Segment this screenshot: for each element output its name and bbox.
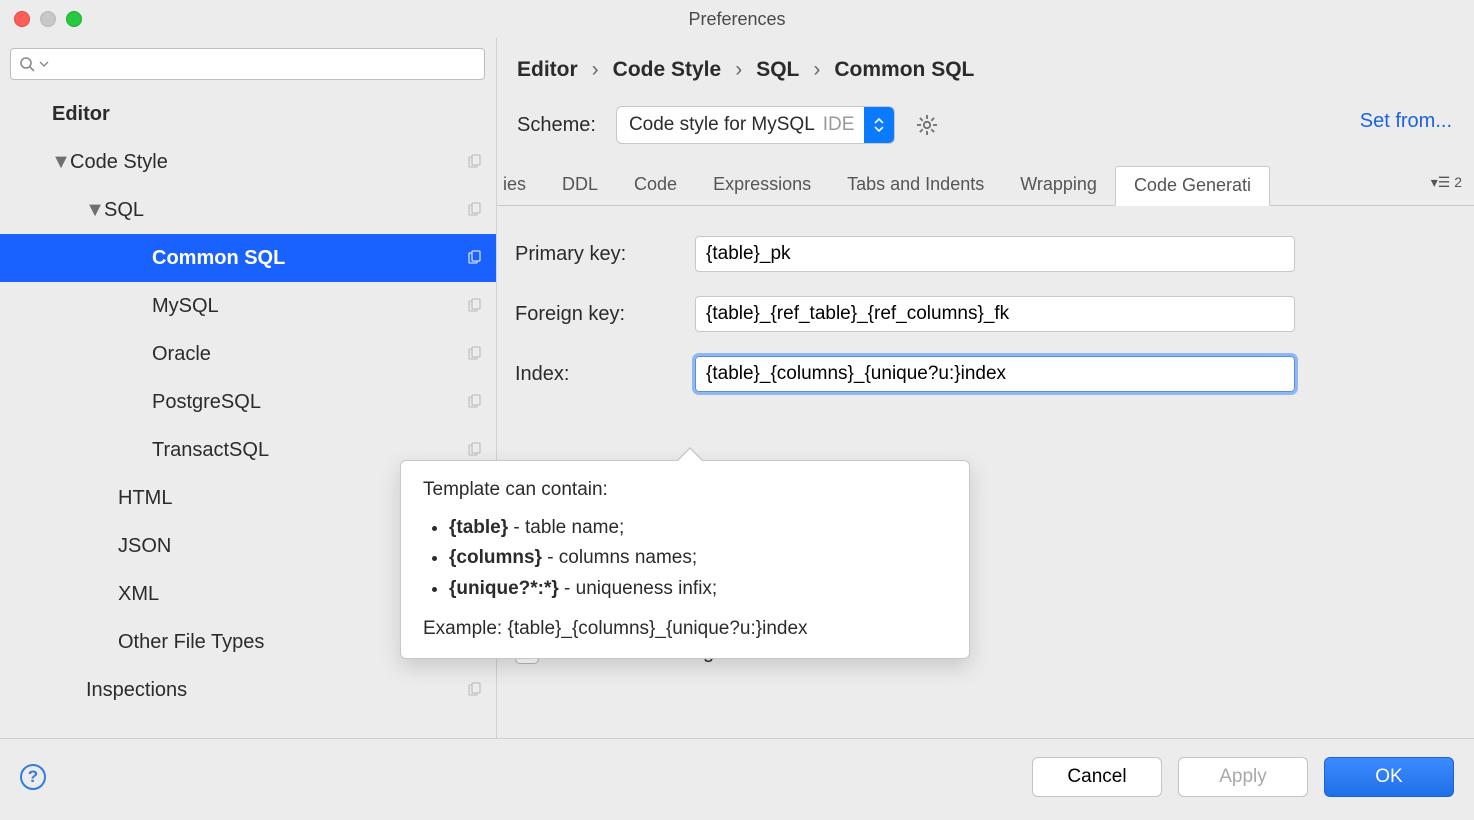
breadcrumb-item: Common SQL <box>834 58 974 82</box>
dialog-footer: ? Cancel Apply OK <box>0 738 1474 814</box>
scheme-value: Code style for MySQL <box>629 114 815 136</box>
scheme-scope: IDE <box>823 114 855 136</box>
tree-label: Code Style <box>70 151 466 174</box>
up-down-icon <box>864 106 894 144</box>
tab-queries-partial[interactable]: ies <box>497 166 544 205</box>
tab-bar: ies DDL Code Expressions Tabs and Indent… <box>497 166 1474 206</box>
ok-button[interactable]: OK <box>1324 757 1454 797</box>
chevron-right-icon: › <box>735 58 742 82</box>
scheme-scope-icon <box>466 394 482 410</box>
tree-inspections[interactable]: Inspections <box>0 666 496 714</box>
tabs-overflow[interactable]: ▾☰ 2 <box>1419 166 1474 205</box>
tree-label: Inspections <box>86 679 466 702</box>
tree-sql[interactable]: ▼ SQL <box>0 186 496 234</box>
cancel-button[interactable]: Cancel <box>1032 757 1162 797</box>
tab-wrapping[interactable]: Wrapping <box>1002 166 1115 205</box>
apply-button[interactable]: Apply <box>1178 757 1308 797</box>
tree-editor[interactable]: Editor <box>0 90 496 138</box>
primary-key-label: Primary key: <box>515 243 695 266</box>
tab-expressions[interactable]: Expressions <box>695 166 829 205</box>
index-label: Index: <box>515 363 695 386</box>
tree-oracle[interactable]: Oracle <box>0 330 496 378</box>
tree-label: Common SQL <box>152 247 466 270</box>
scheme-scope-icon <box>466 250 482 266</box>
scheme-label: Scheme: <box>517 114 596 137</box>
tab-ddl[interactable]: DDL <box>544 166 616 205</box>
breadcrumb-item[interactable]: Editor <box>517 58 578 82</box>
scheme-scope-icon <box>466 442 482 458</box>
tooltip-item: {table} - table name; <box>449 513 947 543</box>
titlebar: Preferences <box>0 0 1474 38</box>
tooltip-item: {columns} - columns names; <box>449 543 947 573</box>
chevron-down-icon <box>39 59 49 69</box>
index-input[interactable] <box>695 356 1295 392</box>
tree-label: Editor <box>52 103 482 126</box>
chevron-down-icon: ▼ <box>86 199 104 222</box>
scheme-scope-icon <box>466 346 482 362</box>
chevron-right-icon: › <box>592 58 599 82</box>
window-title: Preferences <box>0 9 1474 30</box>
row-primary-key: Primary key: <box>515 224 1474 284</box>
tree-label: SQL <box>104 199 466 222</box>
search-input[interactable] <box>10 48 485 80</box>
scheme-row: Scheme: Code style for MySQL IDE Set fro… <box>497 102 1474 166</box>
tab-code-generation[interactable]: Code Generati <box>1115 166 1270 206</box>
tree-common-sql[interactable]: Common SQL <box>0 234 496 282</box>
search-icon <box>19 56 35 72</box>
tree-label: TransactSQL <box>152 439 466 462</box>
tree-code-style[interactable]: ▼ Code Style <box>0 138 496 186</box>
tree-label: PostgreSQL <box>152 391 466 414</box>
chevron-right-icon: › <box>813 58 820 82</box>
foreign-key-input[interactable] <box>695 296 1295 332</box>
tree-label: MySQL <box>152 295 466 318</box>
tooltip-example: Example: {table}_{columns}_{unique?u:}in… <box>423 618 947 640</box>
tree-postgresql[interactable]: PostgreSQL <box>0 378 496 426</box>
tree-label: Oracle <box>152 343 466 366</box>
tooltip-list: {table} - table name; {columns} - column… <box>423 513 947 604</box>
set-from-link[interactable]: Set from... <box>1360 110 1452 133</box>
breadcrumb-item[interactable]: Code Style <box>613 58 722 82</box>
chevron-down-icon: ▼ <box>52 151 70 174</box>
tooltip-item: {unique?*:*} - uniqueness infix; <box>449 574 947 604</box>
template-tooltip: Template can contain: {table} - table na… <box>400 460 970 659</box>
scheme-scope-icon <box>466 298 482 314</box>
scheme-scope-icon <box>466 682 482 698</box>
scheme-scope-icon <box>466 154 482 170</box>
breadcrumb: Editor › Code Style › SQL › Common SQL <box>497 38 1474 102</box>
scheme-scope-icon <box>466 202 482 218</box>
row-index: Index: <box>515 344 1474 404</box>
gear-icon[interactable] <box>915 113 939 137</box>
row-foreign-key: Foreign key: <box>515 284 1474 344</box>
foreign-key-label: Foreign key: <box>515 303 695 326</box>
scheme-select[interactable]: Code style for MySQL IDE <box>616 106 896 144</box>
tooltip-title: Template can contain: <box>423 479 947 501</box>
help-button[interactable]: ? <box>20 764 46 790</box>
primary-key-input[interactable] <box>695 236 1295 272</box>
tree-mysql[interactable]: MySQL <box>0 282 496 330</box>
tab-tabs-and-indents[interactable]: Tabs and Indents <box>829 166 1002 205</box>
breadcrumb-item[interactable]: SQL <box>756 58 799 82</box>
tab-code[interactable]: Code <box>616 166 695 205</box>
